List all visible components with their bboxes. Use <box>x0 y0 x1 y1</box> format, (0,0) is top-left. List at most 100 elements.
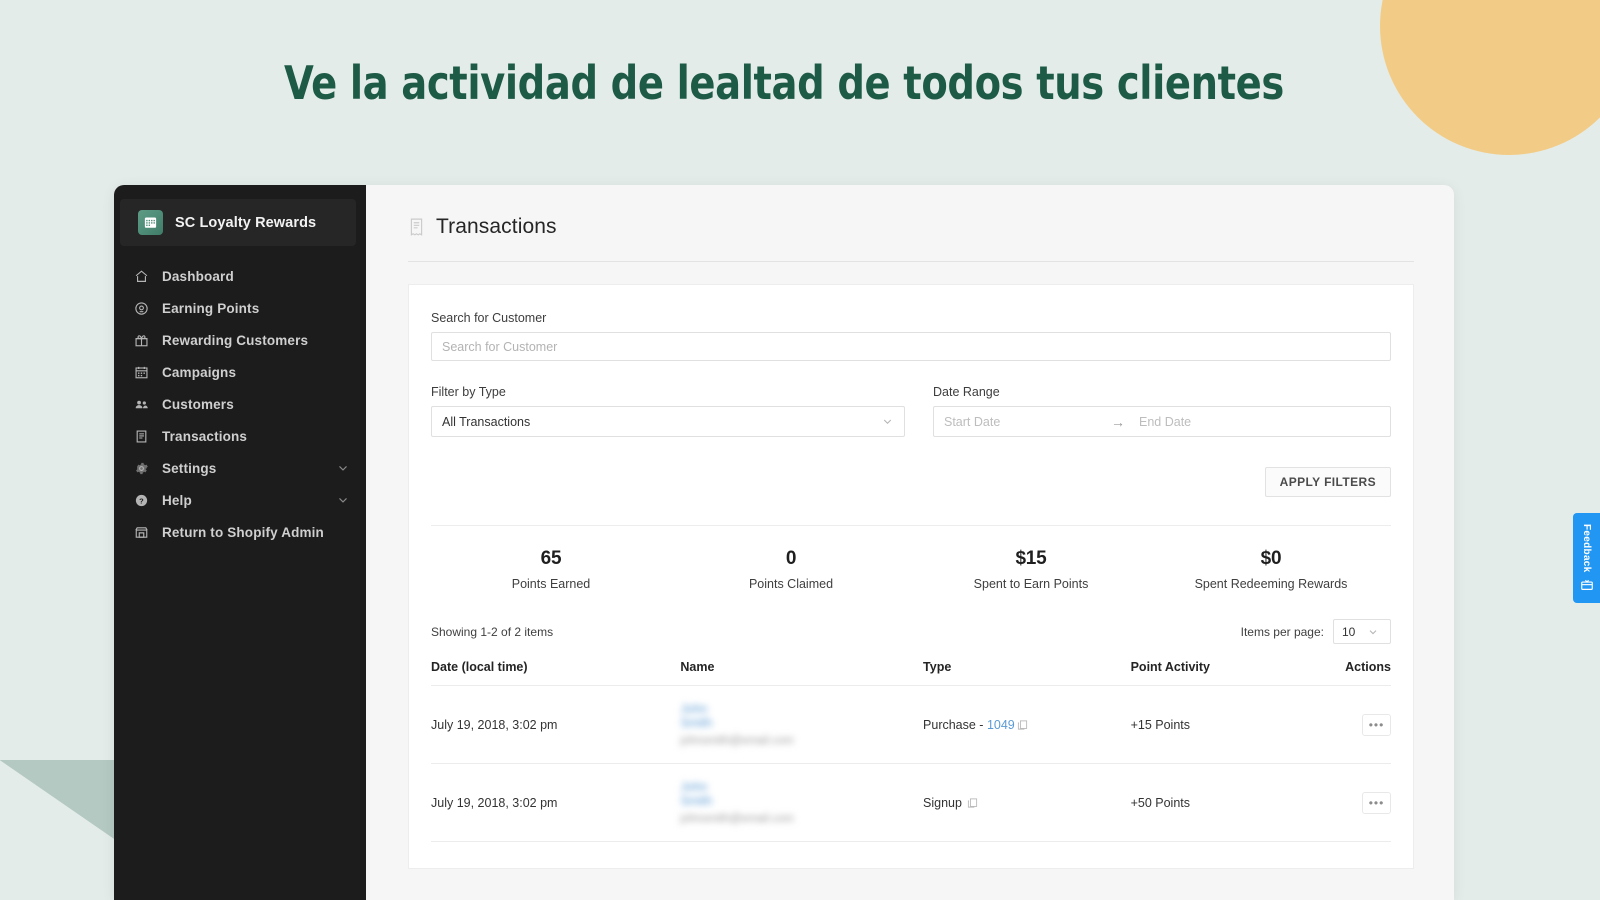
apply-filters-button[interactable]: APPLY FILTERS <box>1264 467 1391 497</box>
page-header: Transactions <box>408 215 1414 262</box>
sidebar-item-rewarding-customers[interactable]: Rewarding Customers <box>114 324 366 356</box>
brand[interactable]: SC Loyalty Rewards <box>120 199 356 246</box>
sidebar-item-campaigns[interactable]: Campaigns <box>114 356 366 388</box>
sidebar-item-earning-points[interactable]: Earning Points <box>114 292 366 324</box>
sidebar-item-label: Settings <box>162 460 217 476</box>
copy-icon[interactable] <box>1017 719 1028 731</box>
stat-points-claimed: 0 Points Claimed <box>671 548 911 591</box>
customer-name-link[interactable]: John Smith <box>680 702 742 730</box>
feedback-tab[interactable]: Feedback <box>1573 513 1600 603</box>
people-icon <box>133 396 149 412</box>
search-input[interactable] <box>431 332 1391 361</box>
chevron-down-icon <box>1367 626 1379 638</box>
customer-email: johnsmith@email.com <box>680 735 794 747</box>
cell-point-activity: +15 Points <box>1130 685 1346 764</box>
home-icon <box>133 268 149 284</box>
chevron-down-icon <box>336 461 350 475</box>
customer-email: johnsmith@email.com <box>680 813 794 825</box>
feedback-label: Feedback <box>1581 523 1592 573</box>
date-range-label: Date Range <box>933 385 1000 399</box>
stat-label: Spent Redeeming Rewards <box>1194 577 1348 591</box>
type-field-group: Filter by Type All Transactions <box>431 385 905 437</box>
document-icon <box>133 428 149 444</box>
column-header-actions: Actions <box>1345 660 1391 686</box>
items-per-page-label: Items per page: <box>1240 624 1324 639</box>
sidebar: SC Loyalty Rewards Dashboard Earning Poi… <box>114 185 366 900</box>
column-header-point-activity: Point Activity <box>1130 660 1346 686</box>
main-content: Transactions Search for Customer Filter … <box>366 185 1454 900</box>
stat-value: $15 <box>1015 548 1047 569</box>
filter-type-label: Filter by Type <box>431 385 506 399</box>
cell-point-activity: +50 Points <box>1130 763 1346 842</box>
customer-name-link[interactable]: John Smith <box>680 780 742 808</box>
type-text: Purchase - <box>923 717 987 732</box>
sidebar-item-dashboard[interactable]: Dashboard <box>114 260 366 292</box>
row-actions-button[interactable]: ••• <box>1362 713 1391 736</box>
date-field-group: Date Range Start Date → End Date <box>933 385 1391 437</box>
row-actions-button[interactable]: ••• <box>1362 791 1391 814</box>
page-heading: Transactions <box>436 215 557 238</box>
sidebar-item-label: Earning Points <box>162 300 260 316</box>
stat-value: 65 <box>540 548 562 569</box>
arrow-right-icon: → <box>1111 413 1125 430</box>
cell-actions: ••• <box>1345 685 1391 764</box>
help-circle-icon: ? <box>133 492 149 508</box>
stats-row: 65 Points Earned 0 Points Claimed $15 Sp… <box>431 526 1391 597</box>
table-row: July 19, 2018, 3:02 pm John Smith johnsm… <box>431 685 1391 764</box>
order-link[interactable]: 1049 <box>987 718 1015 732</box>
sidebar-item-return-to-shopify-admin[interactable]: Return to Shopify Admin <box>114 516 366 548</box>
end-date-input[interactable]: End Date <box>1139 415 1191 429</box>
sidebar-item-label: Customers <box>162 396 234 412</box>
cell-type: Signup <box>923 763 1131 842</box>
sidebar-item-label: Transactions <box>162 428 248 444</box>
stat-spent-to-earn-points: $15 Spent to Earn Points <box>911 548 1151 591</box>
stat-value: $0 <box>1260 548 1282 569</box>
filter-type-select[interactable]: All Transactions <box>431 406 905 437</box>
sidebar-item-label: Campaigns <box>162 364 237 380</box>
start-date-input[interactable]: Start Date <box>944 415 1109 429</box>
cell-actions: ••• <box>1345 763 1391 842</box>
filter-row: Filter by Type All Transactions Date Ran… <box>431 385 1391 437</box>
copy-icon[interactable] <box>967 797 978 809</box>
showing-count: Showing 1-2 of 2 items <box>431 624 554 639</box>
sidebar-item-label: Rewarding Customers <box>162 332 309 348</box>
gift-icon <box>133 332 149 348</box>
stat-spent-redeeming-rewards: $0 Spent Redeeming Rewards <box>1151 548 1391 591</box>
gear-icon <box>133 460 149 476</box>
column-header-name: Name <box>680 660 924 686</box>
sidebar-item-transactions[interactable]: Transactions <box>114 420 366 452</box>
transactions-card: Search for Customer Filter by Type All T… <box>408 284 1414 869</box>
receipt-icon <box>408 217 425 237</box>
items-per-page-select[interactable]: 10 <box>1333 619 1391 644</box>
table-row: July 19, 2018, 3:02 pm John Smith johnsm… <box>431 763 1391 842</box>
column-header-date: Date (local time) <box>431 660 681 686</box>
items-per-page: Items per page: 10 <box>1241 619 1391 644</box>
app-window: SC Loyalty Rewards Dashboard Earning Poi… <box>114 185 1454 900</box>
stat-label: Spent to Earn Points <box>973 577 1089 591</box>
feedback-box-icon <box>1580 578 1594 592</box>
search-label: Search for Customer <box>431 311 547 325</box>
chevron-down-icon <box>881 415 894 428</box>
sidebar-item-help[interactable]: ? Help <box>114 484 366 516</box>
search-field-group: Search for Customer <box>431 311 1391 361</box>
type-text: Signup <box>923 795 966 810</box>
sidebar-item-settings[interactable]: Settings <box>114 452 366 484</box>
stat-value: 0 <box>785 548 797 569</box>
sidebar-item-label: Dashboard <box>162 268 234 284</box>
stat-label: Points Claimed <box>748 577 834 591</box>
cell-date: July 19, 2018, 3:02 pm <box>431 685 681 764</box>
table-header-row: Date (local time) Name Type Point Activi… <box>431 660 1391 686</box>
cell-name: John Smith johnsmith@email.com <box>680 685 924 764</box>
chevron-down-icon <box>336 493 350 507</box>
brand-name: SC Loyalty Rewards <box>175 214 317 231</box>
coin-icon <box>133 300 149 316</box>
cell-date: July 19, 2018, 3:02 pm <box>431 763 681 842</box>
items-per-page-value: 10 <box>1342 624 1356 639</box>
date-range-control[interactable]: Start Date → End Date <box>933 406 1391 437</box>
list-meta: Showing 1-2 of 2 items Items per page: 1… <box>431 619 1391 644</box>
apply-filters-row: APPLY FILTERS <box>431 467 1391 526</box>
filter-type-value: All Transactions <box>442 414 531 429</box>
cell-type: Purchase - 1049 <box>923 685 1131 764</box>
sidebar-item-customers[interactable]: Customers <box>114 388 366 420</box>
page-title: Ve la actividad de lealtad de todos tus … <box>284 56 1284 110</box>
